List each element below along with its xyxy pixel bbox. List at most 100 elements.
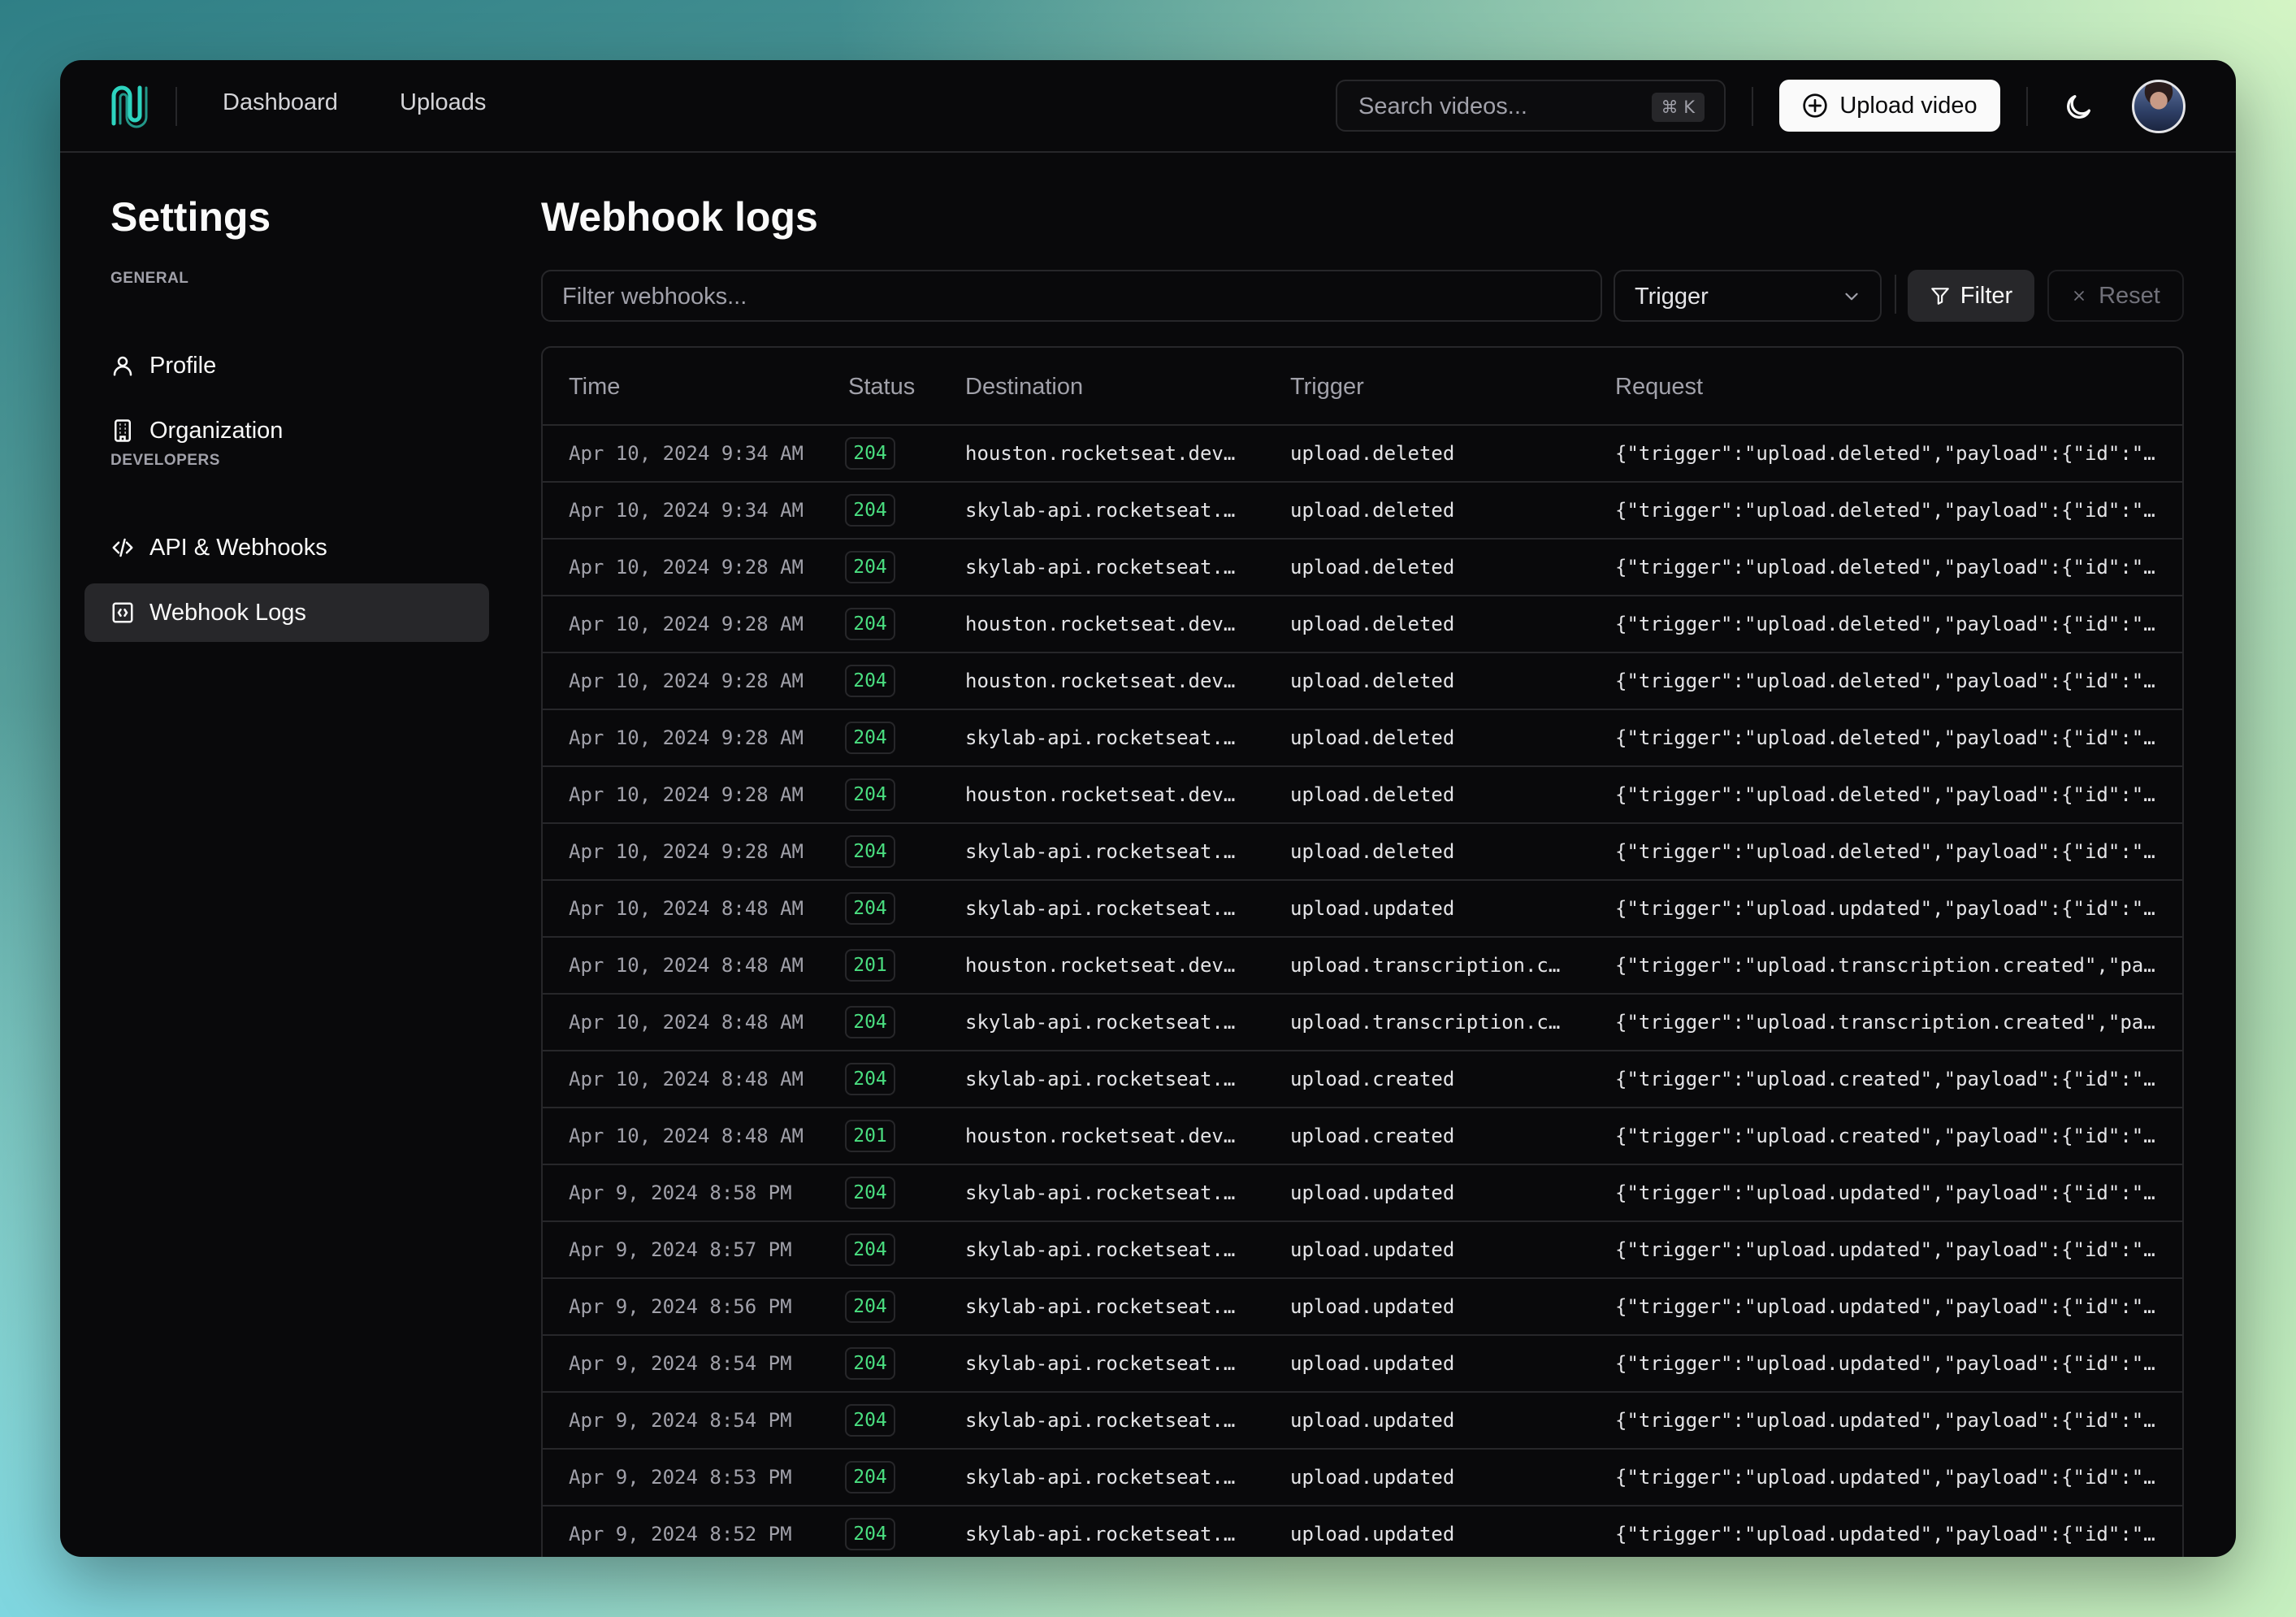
cell-destination: skylab-api.rocketseat.… xyxy=(965,840,1236,863)
status-badge: 204 xyxy=(845,892,895,925)
table-row[interactable]: Apr 10, 2024 9:28 AM 204 skylab-api.rocket… xyxy=(543,824,2182,881)
user-icon xyxy=(113,356,132,376)
cell-destination: skylab-api.rocketseat.… xyxy=(965,1295,1236,1318)
table-row[interactable]: Apr 10, 2024 9:34 AM 204 houston.rocketsea… xyxy=(543,426,2182,483)
cell-time: Apr 10, 2024 8:48 AM xyxy=(569,1011,804,1034)
cell-destination: houston.rocketseat.dev… xyxy=(965,613,1236,635)
search-input[interactable]: Search videos... ⌘ K xyxy=(1336,80,1726,132)
status-badge: 204 xyxy=(845,835,895,868)
cell-trigger: upload.transcription.c… xyxy=(1290,954,1561,977)
nav-dashboard[interactable]: Dashboard xyxy=(223,89,338,116)
cell-request: {"trigger":"upload.updated","payload":{"… xyxy=(1615,1295,2155,1318)
table-row[interactable]: Apr 10, 2024 9:28 AM 204 houston.rocketsea… xyxy=(543,596,2182,653)
cell-destination: skylab-api.rocketseat.… xyxy=(965,556,1236,579)
cell-request: {"trigger":"upload.updated","payload":{"… xyxy=(1615,1523,2155,1545)
moon-icon[interactable] xyxy=(2062,91,2095,124)
table-row[interactable]: Apr 10, 2024 9:28 AM 204 houston.rocketsea… xyxy=(543,653,2182,710)
nav-uploads[interactable]: Uploads xyxy=(400,89,486,116)
cell-destination: skylab-api.rocketseat.… xyxy=(965,1011,1236,1034)
table-row[interactable]: Apr 9, 2024 8:54 PM 204 skylab-api.rockets… xyxy=(543,1336,2182,1393)
cell-trigger: upload.updated xyxy=(1290,1181,1455,1204)
user-avatar[interactable] xyxy=(2132,80,2186,133)
webhook-logs-table: Time Status Destination Trigger Request … xyxy=(541,346,2184,1557)
cell-time: Apr 9, 2024 8:54 PM xyxy=(569,1409,792,1432)
code-icon xyxy=(112,538,133,557)
cell-request: {"trigger":"upload.created","payload":{"… xyxy=(1615,1068,2155,1090)
cell-destination: skylab-api.rocketseat.… xyxy=(965,897,1236,920)
filter-placeholder: Filter webhooks... xyxy=(562,284,747,310)
top-header: Dashboard Uploads Search videos... ⌘ K U… xyxy=(60,60,2236,153)
table-row[interactable]: Apr 9, 2024 8:56 PM 204 skylab-api.rockets… xyxy=(543,1279,2182,1336)
cell-trigger: upload.deleted xyxy=(1290,499,1455,522)
table-row[interactable]: Apr 9, 2024 8:58 PM 204 skylab-api.rockets… xyxy=(543,1165,2182,1222)
table-row[interactable]: Apr 10, 2024 9:28 AM 204 houston.rocketsea… xyxy=(543,767,2182,824)
column-header-status: Status xyxy=(848,374,916,400)
table-row[interactable]: Apr 9, 2024 8:57 PM 204 skylab-api.rockets… xyxy=(543,1222,2182,1279)
table-row[interactable]: Apr 9, 2024 8:52 PM 204 skylab-api.rockets… xyxy=(543,1506,2182,1557)
table-row[interactable]: Apr 10, 2024 8:48 AM 204 skylab-api.rocket… xyxy=(543,881,2182,938)
status-badge: 204 xyxy=(845,1290,895,1323)
status-badge: 204 xyxy=(845,1518,895,1550)
header-divider xyxy=(2026,87,2028,126)
cell-destination: houston.rocketseat.dev… xyxy=(965,442,1236,465)
status-badge: 204 xyxy=(845,1006,895,1038)
table-row[interactable]: Apr 10, 2024 8:48 AM 201 houston.rocketsea… xyxy=(543,938,2182,995)
cell-time: Apr 10, 2024 8:48 AM xyxy=(569,1125,804,1147)
cell-destination: skylab-api.rocketseat.… xyxy=(965,726,1236,749)
general-section-label: GENERAL xyxy=(110,270,189,287)
filter-button[interactable]: Filter xyxy=(1908,270,2034,322)
cell-destination: houston.rocketseat.dev… xyxy=(965,1125,1236,1147)
cell-request: {"trigger":"upload.deleted","payload":{"… xyxy=(1615,499,2155,522)
cell-request: {"trigger":"upload.created","payload":{"… xyxy=(1615,1125,2155,1147)
table-row[interactable]: Apr 10, 2024 9:28 AM 204 skylab-api.rocket… xyxy=(543,710,2182,767)
column-header-trigger: Trigger xyxy=(1290,374,1364,400)
cell-trigger: upload.deleted xyxy=(1290,783,1455,806)
filter-webhooks-input[interactable]: Filter webhooks... xyxy=(541,270,1602,322)
close-icon xyxy=(2074,291,2084,301)
trigger-select[interactable]: Trigger xyxy=(1614,270,1882,322)
sidebar-item-label: Profile xyxy=(149,352,217,379)
table-header: Time Status Destination Trigger Request xyxy=(543,348,2182,426)
cell-trigger: upload.transcription.c… xyxy=(1290,1011,1561,1034)
cell-request: {"trigger":"upload.updated","payload":{"… xyxy=(1615,897,2155,920)
cell-time: Apr 9, 2024 8:56 PM xyxy=(569,1295,792,1318)
cell-request: {"trigger":"upload.transcription.created… xyxy=(1615,1011,2155,1034)
status-badge: 204 xyxy=(845,665,895,697)
table-row[interactable]: Apr 10, 2024 8:48 AM 201 houston.rocketsea… xyxy=(543,1108,2182,1165)
table-row[interactable]: Apr 10, 2024 8:48 AM 204 skylab-api.rocket… xyxy=(543,995,2182,1051)
sidebar-item-profile[interactable]: Profile xyxy=(84,336,489,395)
upload-video-label: Upload video xyxy=(1839,92,1978,119)
cell-request: {"trigger":"upload.deleted","payload":{"… xyxy=(1615,442,2155,465)
filter-button-label: Filter xyxy=(1960,282,2013,309)
table-row[interactable]: Apr 10, 2024 9:28 AM 204 skylab-api.rocket… xyxy=(543,540,2182,596)
sidebar-item-api-webhooks[interactable]: API & Webhooks xyxy=(84,518,489,577)
cell-trigger: upload.updated xyxy=(1290,897,1455,920)
cell-trigger: upload.deleted xyxy=(1290,840,1455,863)
cell-request: {"trigger":"upload.updated","payload":{"… xyxy=(1615,1238,2155,1261)
reset-button[interactable]: Reset xyxy=(2047,270,2184,322)
cell-request: {"trigger":"upload.deleted","payload":{"… xyxy=(1615,613,2155,635)
cell-time: Apr 10, 2024 8:48 AM xyxy=(569,954,804,977)
app-logo-icon[interactable] xyxy=(109,83,149,128)
sidebar-item-label: Webhook Logs xyxy=(149,599,306,626)
table-row[interactable]: Apr 9, 2024 8:54 PM 204 skylab-api.rockets… xyxy=(543,1393,2182,1450)
table-row[interactable]: Apr 10, 2024 8:48 AM 204 skylab-api.rocket… xyxy=(543,1051,2182,1108)
sidebar-item-webhook-logs[interactable]: Webhook Logs xyxy=(84,583,489,642)
cell-destination: houston.rocketseat.dev… xyxy=(965,783,1236,806)
funnel-icon xyxy=(1930,288,1949,305)
cell-request: {"trigger":"upload.transcription.created… xyxy=(1615,954,2155,977)
status-badge: 201 xyxy=(845,949,895,982)
cell-request: {"trigger":"upload.deleted","payload":{"… xyxy=(1615,670,2155,692)
table-row[interactable]: Apr 10, 2024 9:34 AM 204 skylab-api.rocket… xyxy=(543,483,2182,540)
cell-trigger: upload.deleted xyxy=(1290,442,1455,465)
cell-time: Apr 9, 2024 8:57 PM xyxy=(569,1238,792,1261)
table-row[interactable]: Apr 9, 2024 8:53 PM 204 skylab-api.rockets… xyxy=(543,1450,2182,1506)
sidebar-item-label: Organization xyxy=(149,417,284,444)
cell-request: {"trigger":"upload.updated","payload":{"… xyxy=(1615,1409,2155,1432)
cell-request: {"trigger":"upload.deleted","payload":{"… xyxy=(1615,840,2155,863)
cell-request: {"trigger":"upload.updated","payload":{"… xyxy=(1615,1352,2155,1375)
status-badge: 204 xyxy=(845,1461,895,1493)
upload-video-button[interactable]: Upload video xyxy=(1779,80,2000,132)
cell-trigger: upload.deleted xyxy=(1290,726,1455,749)
cell-request: {"trigger":"upload.updated","payload":{"… xyxy=(1615,1181,2155,1204)
